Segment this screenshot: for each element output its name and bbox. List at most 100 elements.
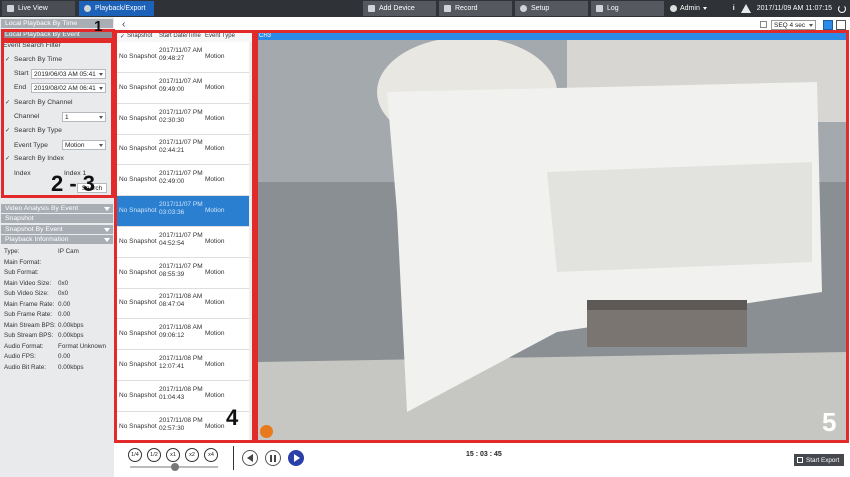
info-key: Audio FPS:: [4, 353, 36, 360]
fullscreen-icon[interactable]: [836, 20, 846, 30]
info-key: Sub Stream BPS:: [4, 332, 54, 339]
chevron-down-icon: [104, 206, 110, 211]
playback-time-text: 15 : 03 : 45: [466, 451, 502, 458]
user-name: Admin: [680, 5, 700, 12]
info-key: Sub Video Size:: [4, 290, 49, 297]
status-area: i 2017/11/09 AM 11:07:15: [733, 1, 846, 16]
annotation-number-2-3: 2 - 3: [51, 171, 95, 197]
tab-live-view[interactable]: Live View: [2, 1, 75, 16]
info-key: Main Format:: [4, 258, 42, 266]
add-device-label: Add Device: [379, 5, 415, 12]
annotation-number-1-text: 1: [94, 18, 103, 35]
info-key: Audio Bit Rate:: [4, 363, 47, 371]
record-button[interactable]: Record: [439, 1, 512, 16]
add-device-button[interactable]: Add Device: [363, 1, 436, 16]
add-device-icon: [368, 5, 375, 12]
tab-playback-label: Playback/Export: [95, 5, 146, 12]
speed-x1-label: x1: [170, 452, 176, 458]
setup-label: Setup: [531, 5, 550, 12]
playback-time: 15 : 03 : 45: [466, 451, 502, 458]
previous-icon: [247, 454, 253, 462]
divider: [233, 446, 234, 470]
play-button[interactable]: [288, 450, 304, 466]
start-export-button[interactable]: Start Export: [794, 454, 844, 466]
annotation-number-5: 5: [822, 407, 836, 438]
power-icon[interactable]: [838, 4, 846, 13]
section-video-analysis-label: Video Analysis By Event: [5, 205, 79, 212]
annotation-box-5: [255, 30, 849, 443]
info-value: IP Cam: [58, 248, 79, 255]
speed-x2-label: x2: [189, 452, 195, 458]
annotation-number-2-3-text: 2 - 3: [51, 171, 96, 196]
setup-button[interactable]: Setup: [515, 1, 588, 16]
start-export-label: Start Export: [806, 456, 840, 464]
chevron-down-icon: [104, 237, 110, 242]
annotation-number-4: 4: [226, 405, 238, 431]
tab-live-view-label: Live View: [18, 5, 48, 12]
log-button[interactable]: Log: [591, 1, 664, 16]
section-local-by-time-label: Local Playback By Time: [5, 20, 78, 27]
user-icon: [670, 5, 677, 12]
info-key: Main Stream BPS:: [4, 321, 56, 329]
tab-playback-export[interactable]: Playback/Export: [79, 1, 154, 16]
speed-x4-button[interactable]: x4: [204, 448, 218, 462]
user-menu[interactable]: Admin: [670, 1, 718, 16]
play-icon: [294, 454, 300, 462]
speed-slider-thumb[interactable]: [171, 463, 179, 471]
speed-x1-button[interactable]: x1: [166, 448, 180, 462]
info-key: Sub Frame Rate:: [4, 311, 52, 318]
speed-x2-button[interactable]: x2: [185, 448, 199, 462]
section-snapshot-by-event-label: Snapshot By Event: [5, 226, 63, 233]
previous-button[interactable]: [242, 450, 258, 466]
live-view-icon: [7, 5, 14, 12]
info-value: Format Unknown: [58, 342, 106, 350]
section-snapshot-by-event[interactable]: Snapshot By Event: [1, 225, 113, 234]
clock-text: 2017/11/09 AM 11:07:15: [756, 5, 832, 12]
info-value: 0.00kbps: [58, 321, 84, 329]
info-value: 0.00: [58, 353, 71, 360]
record-label: Record: [455, 5, 478, 12]
speed-quarter-label: 1/4: [131, 452, 139, 458]
section-playback-info[interactable]: Playback Information: [1, 235, 113, 244]
section-video-analysis[interactable]: Video Analysis By Event: [1, 204, 113, 213]
speed-half-label: 1/2: [150, 452, 158, 458]
chevron-down-icon: [104, 227, 110, 232]
info-key: Audio Format:: [4, 342, 44, 350]
playback-icon: [84, 5, 91, 12]
log-icon: [596, 5, 603, 12]
section-snapshot-label: Snapshot: [5, 215, 34, 222]
info-key: Type:: [4, 248, 20, 255]
annotation-box-4: [114, 30, 255, 443]
info-value: 0x0: [58, 290, 69, 297]
seq-checkbox[interactable]: [760, 21, 767, 28]
annotation-number-4-text: 4: [226, 405, 239, 430]
speed-quarter-button[interactable]: 1/4: [128, 448, 142, 462]
annotation-number-1: 1: [94, 18, 102, 35]
playback-controls: [116, 442, 850, 477]
pause-button[interactable]: [265, 450, 281, 466]
info-key: Main Frame Rate:: [4, 300, 55, 308]
info-value: 0x0: [58, 279, 69, 287]
info-icon[interactable]: i: [733, 5, 735, 12]
info-key: Sub Format:: [4, 269, 39, 276]
annotation-number-5-text: 5: [822, 407, 837, 437]
top-bar: Live View Playback/Export Add Device Rec…: [0, 0, 850, 17]
snapshot-camera-icon[interactable]: [823, 20, 833, 30]
chevron-left-icon[interactable]: ‹: [122, 19, 125, 30]
seq-select[interactable]: SEQ 4 sec: [771, 20, 816, 30]
section-playback-info-label: Playback Information: [5, 236, 69, 243]
gear-icon: [520, 5, 527, 12]
info-value: 0.00kbps: [58, 363, 84, 371]
speed-x4-label: x4: [208, 452, 214, 458]
seq-value: SEQ 4 sec: [774, 21, 806, 29]
pause-icon: [270, 454, 276, 462]
section-snapshot[interactable]: Snapshot: [1, 214, 113, 223]
chevron-down-icon: [809, 23, 813, 27]
info-key: Main Video Size:: [4, 279, 52, 287]
info-value: 0.00kbps: [58, 332, 84, 339]
speed-half-button[interactable]: 1/2: [147, 448, 161, 462]
log-label: Log: [607, 5, 619, 12]
info-value: 0.00: [58, 300, 71, 308]
info-value: 0.00: [58, 311, 71, 318]
warning-icon[interactable]: [740, 4, 751, 13]
